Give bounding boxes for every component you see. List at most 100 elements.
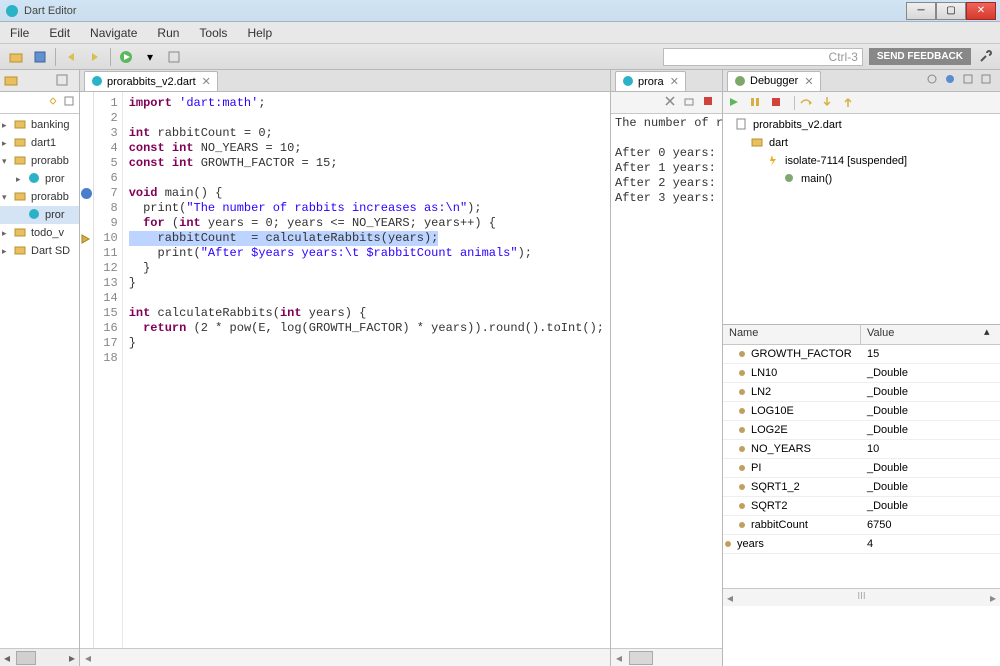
scroll-thumb[interactable] [16, 651, 36, 665]
stop-console-icon[interactable] [702, 95, 718, 111]
var-col-name[interactable]: Name [723, 325, 861, 344]
files-sidebar: ▸banking▸dart1▾prorabb▸pror▾prorabbpror▸… [0, 70, 80, 666]
code-area[interactable]: 123456789101112131415161718 import 'dart… [80, 92, 610, 648]
send-feedback-button[interactable]: SEND FEEDBACK [869, 48, 971, 65]
editor-tab[interactable]: prorabbits_v2.dart ✕ [84, 71, 218, 91]
menu-tools[interactable]: Tools [189, 26, 237, 40]
close-icon[interactable]: ✕ [202, 75, 211, 88]
var-value: _Double [861, 405, 1000, 417]
editor-hscroll[interactable]: ◂ [80, 648, 610, 666]
var-row[interactable]: GROWTH_FACTOR15 [723, 345, 1000, 364]
scroll-left-icon[interactable]: ◂ [611, 651, 627, 665]
expander-icon[interactable]: ▸ [2, 246, 12, 256]
debug-tree-node[interactable]: prorabbits_v2.dart [727, 116, 996, 134]
console-hscroll[interactable]: ◂ [611, 648, 722, 666]
run-dropdown-icon[interactable]: ▾ [139, 47, 161, 67]
breakpoint-icon[interactable] [81, 188, 92, 199]
var-row[interactable]: LOG10E_Double [723, 402, 1000, 421]
sidebar-hscroll[interactable]: ◂ ▸ [0, 648, 79, 666]
debugger-minimize-icon[interactable] [962, 73, 978, 89]
sidebar-item[interactable]: ▸dart1 [0, 134, 79, 152]
close-icon[interactable]: ✕ [670, 75, 679, 88]
debugger-tab[interactable]: Debugger ✕ [727, 71, 821, 91]
menu-navigate[interactable]: Navigate [80, 26, 147, 40]
scroll-thumb[interactable]: III [753, 591, 970, 605]
var-value: 10 [861, 443, 1000, 455]
pause-icon[interactable] [748, 95, 766, 111]
marker-gutter[interactable] [80, 92, 94, 648]
collapse-all-icon[interactable] [63, 95, 75, 110]
scroll-left-icon[interactable]: ◂ [0, 651, 14, 665]
sidebar-item[interactable]: ▸todo_v [0, 224, 79, 242]
scroll-left-icon[interactable]: ◂ [80, 651, 96, 665]
link-editor-icon[interactable] [47, 95, 59, 110]
scroll-thumb[interactable] [629, 651, 653, 665]
forward-icon[interactable] [84, 47, 106, 67]
expander-icon[interactable]: ▸ [16, 174, 26, 184]
omnibox-icon[interactable] [163, 47, 185, 67]
var-row[interactable]: SQRT2_Double [723, 497, 1000, 516]
resume-icon[interactable] [727, 95, 745, 111]
debug-thread-tree[interactable]: prorabbits_v2.dartdartisolate-7114 [susp… [723, 114, 1000, 324]
code-content[interactable]: import 'dart:math'; int rabbitCount = 0;… [123, 92, 610, 648]
menu-help[interactable]: Help [237, 26, 282, 40]
menu-file[interactable]: File [0, 26, 39, 40]
menu-run[interactable]: Run [147, 26, 189, 40]
minimize-button[interactable]: ─ [906, 2, 936, 20]
breakpoint-toggle-icon[interactable] [944, 73, 960, 89]
var-row[interactable]: SQRT1_2_Double [723, 478, 1000, 497]
var-row[interactable]: rabbitCount6750 [723, 516, 1000, 535]
expander-icon[interactable]: ▸ [2, 228, 12, 238]
scroll-right-icon[interactable]: ▸ [986, 591, 1000, 605]
close-icon[interactable]: ✕ [804, 75, 813, 88]
stop-debug-icon[interactable] [769, 95, 787, 111]
var-name: rabbitCount [751, 519, 808, 531]
pin-console-icon[interactable] [683, 95, 699, 111]
var-row[interactable]: PI_Double [723, 459, 1000, 478]
console-pane: prora ✕ The number of r After 0 years: A… [611, 70, 723, 666]
save-icon[interactable] [29, 47, 51, 67]
debug-tree-node[interactable]: dart [727, 134, 996, 152]
sidebar-item[interactable]: ▾prorabb [0, 188, 79, 206]
expander-icon[interactable] [16, 210, 26, 220]
expander-icon[interactable]: ▸ [2, 120, 12, 130]
expander-icon[interactable]: ▾ [2, 192, 12, 202]
new-folder-icon[interactable] [5, 47, 27, 67]
file-tree[interactable]: ▸banking▸dart1▾prorabb▸pror▾prorabbpror▸… [0, 114, 79, 648]
sidebar-item[interactable]: ▾prorabb [0, 152, 79, 170]
scroll-right-icon[interactable]: ▸ [65, 651, 79, 665]
var-hscroll[interactable]: ◂ III ▸ [723, 588, 1000, 606]
var-row[interactable]: years4 [723, 535, 1000, 554]
var-row[interactable]: LN10_Double [723, 364, 1000, 383]
debug-tree-node[interactable]: main() [727, 170, 996, 188]
wrench-icon[interactable] [975, 48, 995, 66]
expander-icon[interactable]: ▾ [2, 156, 12, 166]
files-view-icon[interactable] [4, 73, 20, 89]
folder-icon [14, 118, 28, 132]
var-row[interactable]: LN2_Double [723, 383, 1000, 402]
var-col-value[interactable]: Value [861, 325, 984, 344]
close-button[interactable]: ✕ [966, 2, 996, 20]
run-icon[interactable] [115, 47, 137, 67]
sidebar-item[interactable]: pror [0, 206, 79, 224]
debugger-settings-icon[interactable] [926, 73, 942, 89]
maximize-button[interactable]: ▢ [936, 2, 966, 20]
var-row[interactable]: LOG2E_Double [723, 421, 1000, 440]
step-return-icon[interactable] [841, 95, 859, 111]
search-input[interactable]: Ctrl-3 [663, 48, 863, 66]
sidebar-item[interactable]: ▸Dart SD [0, 242, 79, 260]
step-over-icon[interactable] [799, 95, 817, 111]
back-icon[interactable] [60, 47, 82, 67]
var-row[interactable]: NO_YEARS10 [723, 440, 1000, 459]
sidebar-item[interactable]: ▸banking [0, 116, 79, 134]
view-maximize-icon[interactable] [55, 73, 71, 89]
debugger-maximize-icon[interactable] [980, 73, 996, 89]
console-tab[interactable]: prora ✕ [615, 71, 686, 91]
expander-icon[interactable]: ▸ [2, 138, 12, 148]
debug-tree-node[interactable]: isolate-7114 [suspended] [727, 152, 996, 170]
sidebar-item[interactable]: ▸pror [0, 170, 79, 188]
scroll-left-icon[interactable]: ◂ [723, 591, 737, 605]
clear-console-icon[interactable] [664, 95, 680, 111]
step-into-icon[interactable] [820, 95, 838, 111]
menu-edit[interactable]: Edit [39, 26, 80, 40]
